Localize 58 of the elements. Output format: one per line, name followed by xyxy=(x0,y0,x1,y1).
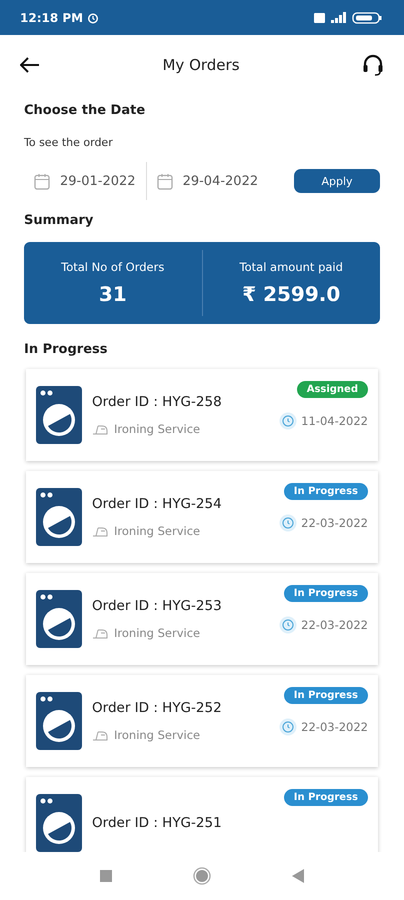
section-heading: In Progress xyxy=(24,342,108,357)
section-heading: Summary xyxy=(24,213,94,228)
stat-label: Total No of Orders xyxy=(61,260,164,274)
order-date: 22-03-2022 xyxy=(301,618,368,632)
order-id: Order ID : HYG-258 xyxy=(92,394,223,410)
washing-machine-icon xyxy=(36,488,82,546)
status-time: 12:18 PM xyxy=(20,10,84,24)
stat-value: 31 xyxy=(98,282,127,306)
clock-icon xyxy=(279,616,298,634)
section-subtitle: To see the order xyxy=(24,136,114,149)
iron-icon xyxy=(92,729,108,741)
stat-label: Total amount paid xyxy=(240,260,343,274)
recent-apps-icon[interactable] xyxy=(100,870,112,882)
clock-icon xyxy=(279,514,298,532)
order-card[interactable]: Order ID : HYG-251 In Progress xyxy=(26,777,378,852)
apply-button[interactable]: Apply xyxy=(294,169,380,193)
order-card[interactable]: Order ID : HYG-258 Ironing Service Assigned 11-04-2022 xyxy=(26,369,378,461)
order-id: Order ID : HYG-253 xyxy=(92,598,223,614)
order-date: 22-03-2022 xyxy=(301,720,368,734)
status-badge: In Progress xyxy=(284,483,368,500)
order-id: Order ID : HYG-252 xyxy=(92,700,223,716)
service-name: Ironing Service xyxy=(114,422,200,436)
washing-machine-icon xyxy=(36,692,82,750)
order-id: Order ID : HYG-251 xyxy=(92,815,223,831)
stat-value: ₹ 2599.0 xyxy=(242,282,340,306)
from-date[interactable]: 29-01-2022 xyxy=(60,174,136,188)
signal-icon xyxy=(331,12,346,23)
back-arrow-icon[interactable] xyxy=(20,57,40,73)
section-heading: Choose the Date xyxy=(24,103,146,118)
home-icon[interactable] xyxy=(192,867,211,885)
service-name: Ironing Service xyxy=(114,524,200,538)
order-date: 22-03-2022 xyxy=(301,516,368,530)
order-card[interactable]: Order ID : HYG-254 Ironing Service In Progress 22-03-2022 xyxy=(26,471,378,563)
status-badge: In Progress xyxy=(284,687,368,704)
clock-icon xyxy=(279,412,298,430)
clock-icon xyxy=(279,718,298,736)
calendar-icon xyxy=(156,172,173,190)
order-date: 11-04-2022 xyxy=(301,414,368,428)
back-icon[interactable] xyxy=(292,869,304,883)
status-badge: In Progress xyxy=(284,585,368,602)
status-badge: In Progress xyxy=(284,789,368,806)
iron-icon xyxy=(92,525,108,537)
order-card[interactable]: Order ID : HYG-252 Ironing Service In Progress 22-03-2022 xyxy=(26,675,378,767)
service-name: Ironing Service xyxy=(114,626,200,640)
washing-machine-icon xyxy=(36,590,82,648)
page-title: My Orders xyxy=(162,56,240,74)
battery-icon xyxy=(352,12,382,24)
order-card[interactable]: Order ID : HYG-253 Ironing Service In Progress 22-03-2022 xyxy=(26,573,378,665)
order-id: Order ID : HYG-254 xyxy=(92,496,223,512)
washing-machine-icon xyxy=(36,386,82,444)
calendar-icon xyxy=(34,172,50,190)
service-name: Ironing Service xyxy=(114,728,200,742)
status-badge: Assigned xyxy=(296,381,368,398)
iron-icon xyxy=(92,423,108,435)
alarm-icon xyxy=(87,12,100,24)
to-date[interactable]: 29-04-2022 xyxy=(182,174,258,188)
iron-icon xyxy=(92,627,108,639)
headset-icon[interactable] xyxy=(362,54,384,76)
